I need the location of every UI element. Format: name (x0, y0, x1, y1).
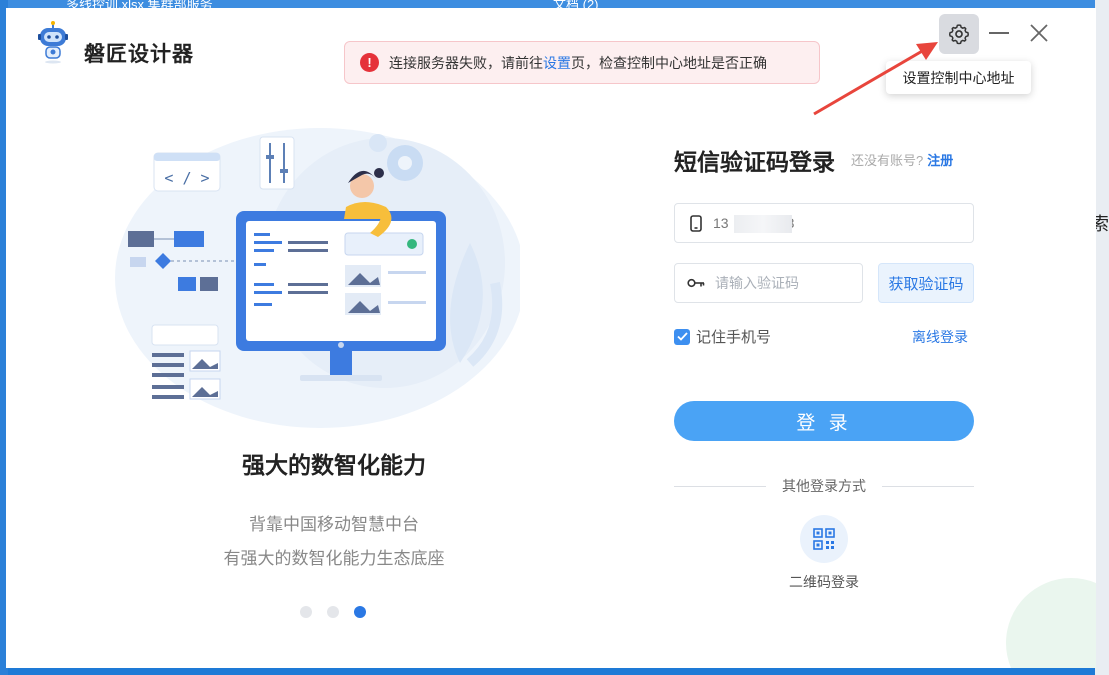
gear-icon (948, 24, 969, 45)
login-window: 磐匠设计器 ! 连接服务器失败，请前往 设置 页，检查控制中心地址是否正确 设置… (6, 8, 1096, 668)
minimize-button[interactable] (989, 32, 1009, 34)
checkbox-checked-icon (674, 328, 690, 345)
carousel-line-1: 背靠中国移动智慧中台 (249, 515, 419, 534)
desktop-right-strip (1095, 0, 1109, 675)
register-link[interactable]: 注册 (927, 153, 953, 168)
no-account-text: 还没有账号? 注册 (851, 150, 953, 169)
settings-button[interactable] (939, 14, 979, 54)
carousel-pagination (300, 606, 366, 618)
no-account-label: 还没有账号? (851, 153, 924, 168)
other-login-divider: 其他登录方式 (674, 476, 974, 496)
carousel-dot[interactable] (327, 606, 339, 618)
phone-icon (687, 214, 705, 232)
login-button[interactable]: 登 录 (674, 401, 974, 441)
decorative-circle (1006, 578, 1096, 668)
alert-text-before: 连接服务器失败，请前往 (389, 54, 543, 71)
phone-value-prefix: 13 (713, 215, 729, 231)
alert-text-after: 页，检查控制中心地址是否正确 (571, 54, 767, 71)
offline-login-link[interactable]: 离线登录 (912, 327, 968, 347)
qr-code-icon (813, 528, 835, 550)
qr-login-label: 二维码登录 (789, 574, 859, 590)
connection-error-alert: ! 连接服务器失败，请前往 设置 页，检查控制中心地址是否正确 (344, 41, 820, 84)
code-tag: < / > (164, 169, 209, 187)
qr-login-button[interactable] (800, 515, 848, 563)
phone-input-field[interactable]: 13 3 (674, 203, 974, 243)
verification-code-field[interactable] (674, 263, 898, 303)
robot-logo-icon (38, 21, 68, 64)
carousel-dot-active[interactable] (354, 606, 366, 618)
carousel-title: 强大的数智化能力 (242, 452, 426, 478)
alert-settings-link[interactable]: 设置 (543, 53, 571, 73)
login-title: 短信验证码登录 (674, 149, 835, 175)
other-login-label: 其他登录方式 (782, 478, 866, 494)
verification-code-input[interactable] (713, 274, 898, 292)
phone-number-redaction (734, 215, 792, 233)
digital-platform-illustration: < / > (115, 128, 520, 428)
get-code-button[interactable]: 获取验证码 (878, 263, 974, 303)
app-title: 磐匠设计器 (84, 43, 194, 66)
error-icon: ! (360, 53, 379, 72)
carousel-dot[interactable] (300, 606, 312, 618)
carousel-line-2: 有强大的数智化能力生态底座 (223, 549, 445, 568)
remember-phone-label: 记住手机号 (696, 329, 772, 346)
remember-phone-checkbox[interactable]: 记住手机号 (674, 326, 771, 347)
close-icon[interactable] (1028, 22, 1050, 44)
key-icon (687, 274, 705, 292)
annotation-arrow (813, 42, 938, 116)
